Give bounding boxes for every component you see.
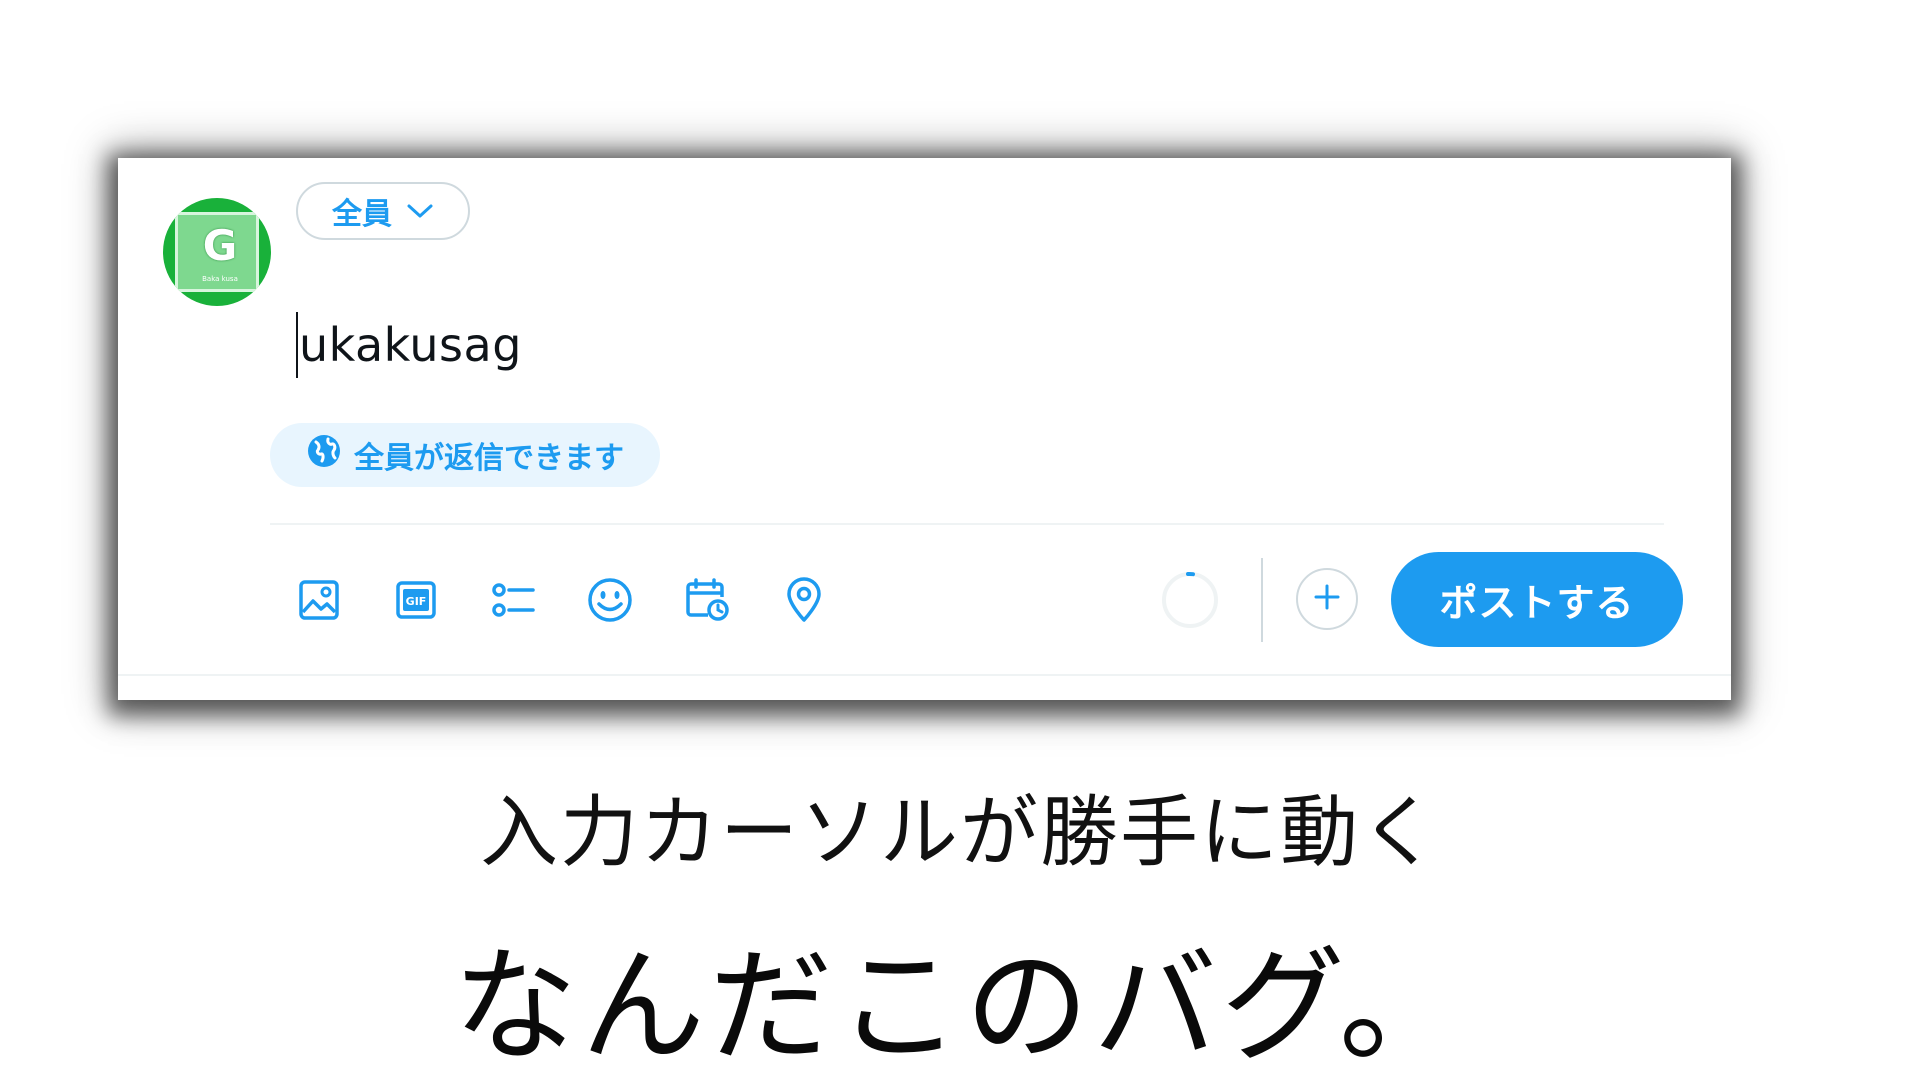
chevron-down-icon	[406, 202, 434, 220]
divider	[270, 523, 1664, 525]
toolbar-separator	[1261, 558, 1263, 642]
text-cursor	[296, 312, 298, 378]
character-count-ring	[1160, 570, 1220, 630]
avatar[interactable]: G Baka kusa	[163, 198, 271, 306]
avatar-small-text: Baka kusa	[202, 275, 238, 283]
reply-settings-button[interactable]: 全員が返信できます	[270, 423, 660, 487]
post-button[interactable]: ポストする	[1391, 552, 1683, 647]
emoji-icon[interactable]	[587, 577, 633, 623]
tweet-text: ukakusag	[299, 318, 522, 372]
add-thread-button[interactable]	[1296, 568, 1358, 630]
poll-icon[interactable]	[490, 577, 536, 623]
caption-line-2: なんだこのバグ。	[452, 935, 1468, 1079]
bottom-divider	[118, 674, 1731, 676]
avatar-image: G Baka kusa	[175, 212, 259, 292]
svg-text:GIF: GIF	[406, 595, 427, 608]
plus-icon	[1312, 582, 1342, 616]
reply-settings-label: 全員が返信できます	[354, 441, 624, 476]
tweet-composer: G Baka kusa 全員 ukakusag 全員が返信できます GIF ポス…	[118, 158, 1731, 700]
audience-label: 全員	[332, 197, 392, 232]
globe-icon	[306, 433, 342, 477]
audience-selector-button[interactable]: 全員	[296, 182, 470, 240]
page: G Baka kusa 全員 ukakusag 全員が返信できます GIF ポス…	[0, 0, 1920, 1080]
image-icon[interactable]	[296, 577, 342, 623]
avatar-letter: G	[202, 221, 238, 270]
gif-icon[interactable]: GIF	[393, 577, 439, 623]
tweet-text-input[interactable]: ukakusag	[296, 310, 522, 380]
location-icon[interactable]	[781, 577, 827, 623]
caption-line-1: 入力カーソルが勝手に動く	[479, 788, 1440, 878]
schedule-icon[interactable]	[684, 577, 730, 623]
composer-toolbar: GIF	[296, 570, 827, 630]
